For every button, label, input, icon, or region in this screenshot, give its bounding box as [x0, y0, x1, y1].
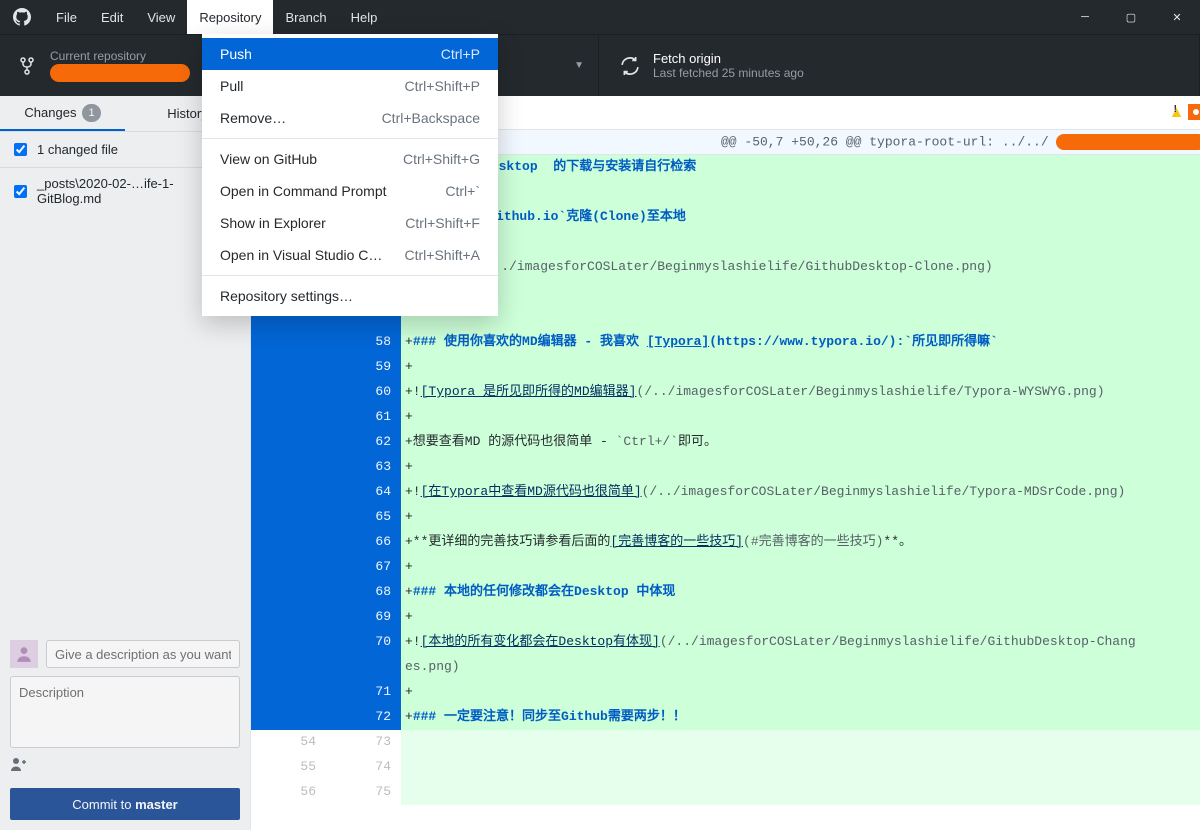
window-controls: ─ ▢ ✕	[1062, 0, 1200, 34]
changes-count-badge: 1	[82, 104, 100, 122]
summary-input[interactable]	[46, 640, 240, 668]
repository-menu-dropdown[interactable]: PushCtrl+PPullCtrl+Shift+PRemove…Ctrl+Ba…	[202, 34, 498, 316]
file-name: _posts\2020-02-…ife-1-GitBlog.md	[37, 176, 225, 206]
fetch-origin-button[interactable]: Fetch origin Last fetched 25 minutes ago	[599, 35, 1200, 96]
commit-button[interactable]: Commit to master	[10, 788, 240, 820]
sync-icon	[619, 57, 641, 75]
menu-item-open-in-command-prompt[interactable]: Open in Command PromptCtrl+`	[202, 175, 498, 207]
modified-badge-icon	[1188, 104, 1200, 120]
commit-form: Commit to master	[0, 630, 250, 830]
file-checkbox[interactable]	[14, 185, 27, 198]
menu-repository[interactable]: Repository	[187, 0, 273, 34]
menu-item-pull[interactable]: PullCtrl+Shift+P	[202, 70, 498, 102]
diff-line[interactable]: 62+想要查看MD 的源代码也很简单 - `Ctrl+/`即可。	[251, 430, 1200, 455]
menu-edit[interactable]: Edit	[89, 0, 135, 34]
diff-line[interactable]: 5574	[251, 755, 1200, 780]
menu-item-remove-[interactable]: Remove…Ctrl+Backspace	[202, 102, 498, 134]
diff-line[interactable]: 5473	[251, 730, 1200, 755]
diff-line[interactable]: es.png)	[251, 655, 1200, 680]
select-all-checkbox[interactable]	[14, 143, 27, 156]
fetch-label: Fetch origin	[653, 51, 804, 66]
diff-line[interactable]: 66+**更详细的完善技巧请参看后面的[完善博客的一些技巧](#完善博客的一些技…	[251, 530, 1200, 555]
diff-line[interactable]: 5675	[251, 780, 1200, 805]
diff-line[interactable]: 60+![Typora 是所见即所得的MD编辑器](/../imagesforC…	[251, 380, 1200, 405]
menu-branch[interactable]: Branch	[273, 0, 338, 34]
menu-item-view-on-github[interactable]: View on GitHubCtrl+Shift+G	[202, 143, 498, 175]
warning-icon[interactable]: ▲	[1169, 104, 1185, 122]
menu-view[interactable]: View	[135, 0, 187, 34]
avatar	[10, 640, 38, 668]
diff-line[interactable]: 72+### 一定要注意！同步至Github需要两步！！	[251, 705, 1200, 730]
titlebar: FileEditViewRepositoryBranchHelp ─ ▢ ✕	[0, 0, 1200, 34]
repo-label: Current repository	[50, 49, 190, 63]
fork-icon	[16, 57, 38, 75]
menu-item-open-in-visual-studio-c-[interactable]: Open in Visual Studio C…Ctrl+Shift+A	[202, 239, 498, 271]
diff-line[interactable]: 68+### 本地的任何修改都会在Desktop 中体现	[251, 580, 1200, 605]
diff-line[interactable]: 58+### 使用你喜欢的MD编辑器 - 我喜欢 [Typora](https:…	[251, 330, 1200, 355]
chevron-down-icon: ▼	[574, 60, 584, 71]
diff-line[interactable]: 67+	[251, 555, 1200, 580]
diff-line[interactable]: 70+![本地的所有变化都会在Desktop有体现](/../imagesfor…	[251, 630, 1200, 655]
diff-line[interactable]: 69+	[251, 605, 1200, 630]
diff-line[interactable]: 59+	[251, 355, 1200, 380]
menu-item-repository-settings-[interactable]: Repository settings…	[202, 280, 498, 312]
diff-line[interactable]: 65+	[251, 505, 1200, 530]
repo-value	[50, 64, 190, 82]
close-button[interactable]: ✕	[1154, 0, 1200, 34]
description-input[interactable]	[10, 676, 240, 748]
github-logo-icon	[10, 5, 34, 29]
toolbar: Current repository ▼ ▼ Fetch origin Last…	[0, 34, 1200, 96]
menubar: FileEditViewRepositoryBranchHelp	[44, 0, 389, 34]
changed-files-count: 1 changed file	[37, 142, 118, 157]
diff-line[interactable]: 61+	[251, 405, 1200, 430]
menu-file[interactable]: File	[44, 0, 89, 34]
maximize-button[interactable]: ▢	[1108, 0, 1154, 34]
fetch-sublabel: Last fetched 25 minutes ago	[653, 66, 804, 80]
coauthor-row[interactable]	[10, 756, 240, 780]
minimize-button[interactable]: ─	[1062, 0, 1108, 34]
tab-changes[interactable]: Changes 1	[0, 96, 125, 131]
menu-help[interactable]: Help	[339, 0, 390, 34]
diff-line[interactable]: 64+![在Typora中查看MD源代码也很简单](/../imagesforC…	[251, 480, 1200, 505]
menu-item-show-in-explorer[interactable]: Show in ExplorerCtrl+Shift+F	[202, 207, 498, 239]
menu-item-push[interactable]: PushCtrl+P	[202, 38, 498, 70]
diff-line[interactable]: 63+	[251, 455, 1200, 480]
add-coauthor-icon	[10, 756, 26, 772]
tab-changes-label: Changes	[24, 105, 76, 120]
content: Changes 1 History 1 changed file _posts\…	[0, 96, 1200, 830]
diff-line[interactable]: 71+	[251, 680, 1200, 705]
